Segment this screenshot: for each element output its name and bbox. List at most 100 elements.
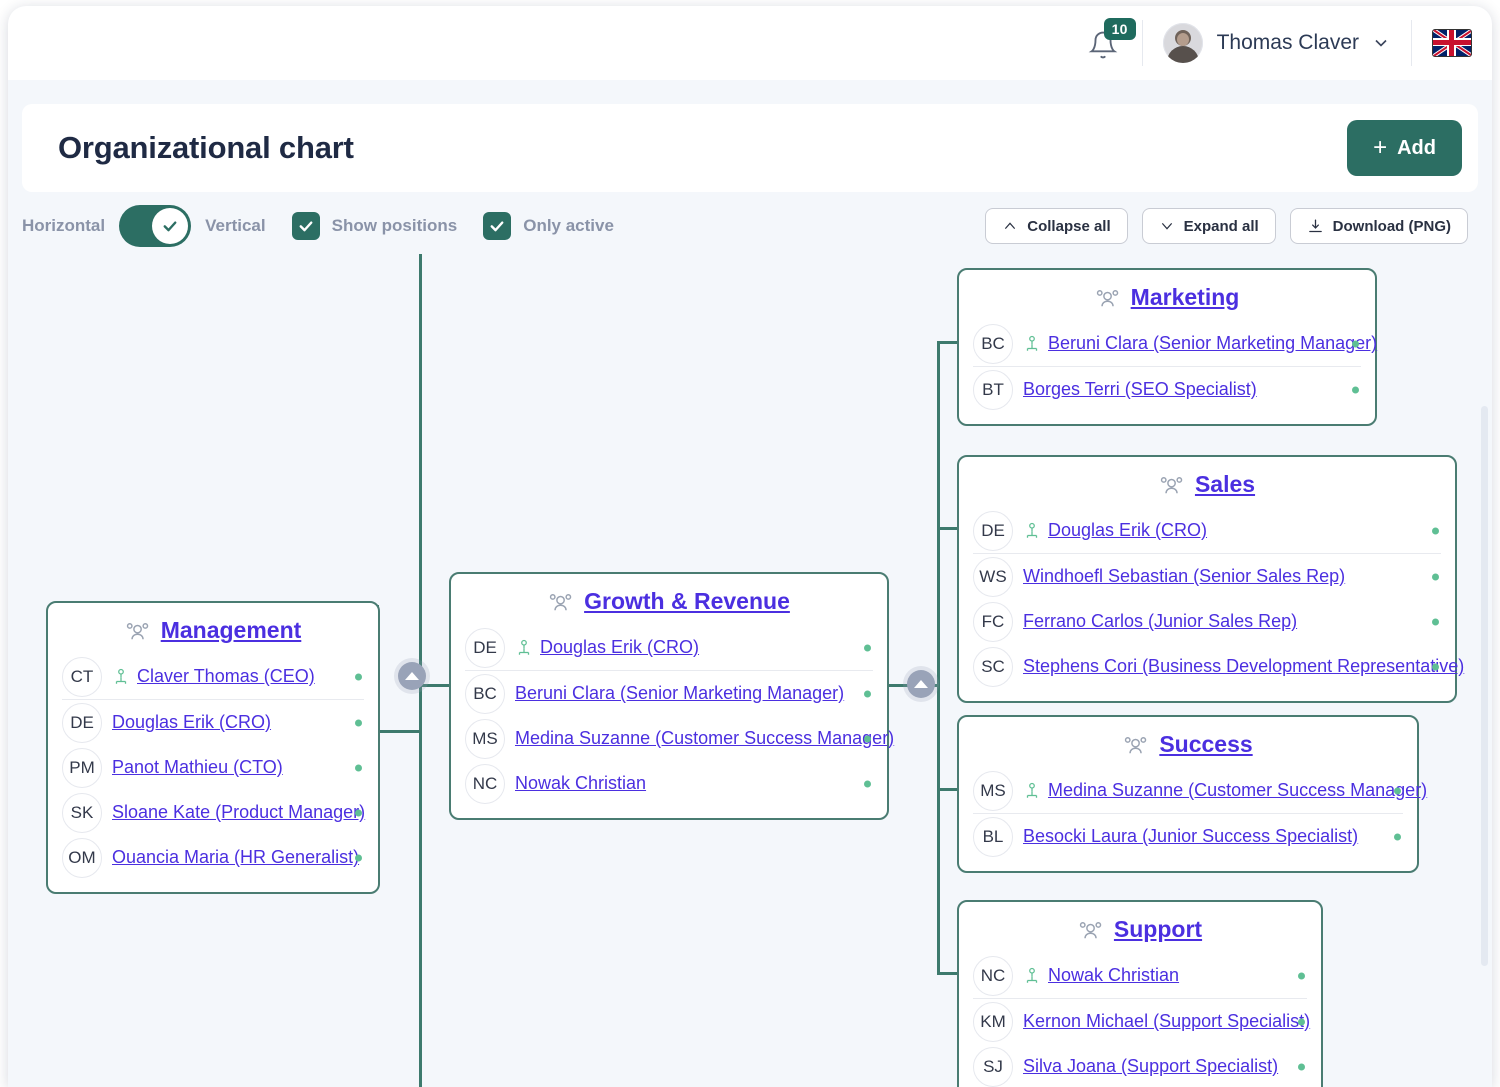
member-name[interactable]: Beruni Clara (Senior Marketing Manager) [1048, 333, 1377, 354]
node-title-success[interactable]: Success [973, 731, 1403, 758]
caret-up-icon [914, 680, 928, 688]
member-name[interactable]: Stephens Cori (Business Development Repr… [1023, 656, 1464, 677]
member-name[interactable]: Ferrano Carlos (Junior Sales Rep) [1023, 611, 1297, 632]
member-initials: WS [973, 556, 1013, 597]
language-switcher-button[interactable] [1412, 20, 1492, 66]
member-row[interactable]: CT Claver Thomas (CEO) [62, 654, 364, 700]
member-initials: DE [973, 510, 1013, 551]
node-title-label[interactable]: Sales [1195, 471, 1255, 498]
member-name[interactable]: Borges Terri (SEO Specialist) [1023, 379, 1257, 400]
node-title-label[interactable]: Growth & Revenue [584, 588, 790, 615]
add-button[interactable]: + Add [1347, 120, 1462, 176]
status-dot [1298, 972, 1305, 979]
member-row[interactable]: BC Beruni Clara (Senior Marketing Manage… [973, 321, 1377, 367]
member-name[interactable]: Sloane Kate (Product Manager) [112, 802, 365, 823]
collapse-toggle-growth[interactable] [907, 670, 935, 698]
connector-departments-vertical [937, 341, 940, 975]
org-node-sales[interactable]: Sales DE Douglas Erik (CRO) WS Windhoefl… [957, 455, 1464, 703]
page-header-card: Organizational chart + Add [22, 104, 1478, 192]
member-initials: BL [973, 816, 1013, 857]
member-row[interactable]: PM Panot Mathieu (CTO) [62, 745, 364, 790]
member-row[interactable]: DE Douglas Erik (CRO) [465, 625, 873, 671]
only-active-label: Only active [523, 216, 614, 235]
member-name[interactable]: Beruni Clara (Senior Marketing Manager) [515, 683, 844, 704]
member-name[interactable]: Douglas Erik (CRO) [112, 712, 271, 733]
member-row[interactable]: BC Beruni Clara (Senior Marketing Manage… [465, 671, 873, 716]
vertical-scrollbar[interactable] [1481, 406, 1488, 966]
member-row[interactable]: BL Besocki Laura (Junior Success Special… [973, 814, 1403, 859]
node-title-management[interactable]: Management [62, 617, 364, 644]
org-node-management[interactable]: Management CT Claver Thomas (CEO) DE Dou… [46, 601, 380, 894]
status-dot [864, 735, 871, 742]
orientation-toggle[interactable] [119, 205, 192, 247]
expand-all-label: Expand all [1183, 217, 1259, 235]
member-row[interactable]: BT Borges Terri (SEO Specialist) [973, 367, 1361, 412]
org-node-success[interactable]: Success MS Medina Suzanne (Customer Succ… [957, 715, 1427, 873]
status-dot [1394, 787, 1401, 794]
node-title-marketing[interactable]: Marketing [973, 284, 1361, 311]
status-dot [1298, 1018, 1305, 1025]
member-name[interactable]: Kernon Michael (Support Specialist) [1023, 1011, 1310, 1032]
member-row[interactable]: NC Nowak Christian [465, 761, 873, 806]
status-dot [1352, 386, 1359, 393]
member-row[interactable]: NC Nowak Christian [973, 953, 1307, 999]
member-row[interactable]: MS Medina Suzanne (Customer Success Mana… [973, 768, 1427, 814]
member-row[interactable]: SJ Silva Joana (Support Specialist) [973, 1044, 1307, 1087]
only-active-checkbox[interactable] [483, 212, 512, 240]
download-png-button[interactable]: Download (PNG) [1289, 208, 1468, 244]
member-row[interactable]: MS Medina Suzanne (Customer Success Mana… [465, 716, 894, 761]
member-name[interactable]: Douglas Erik (CRO) [1048, 520, 1207, 541]
member-name[interactable]: Claver Thomas (CEO) [137, 666, 315, 687]
user-menu-button[interactable]: Thomas Claver [1143, 20, 1411, 66]
notification-count-badge: 10 [1103, 18, 1136, 40]
member-initials: BT [973, 369, 1013, 410]
member-row[interactable]: DE Douglas Erik (CRO) [62, 700, 364, 745]
member-initials: DE [465, 627, 505, 668]
member-name[interactable]: Besocki Laura (Junior Success Specialist… [1023, 826, 1358, 847]
member-row[interactable]: DE Douglas Erik (CRO) [973, 508, 1441, 554]
node-title-label[interactable]: Support [1114, 916, 1202, 943]
app-window: 10 Thomas Claver Organizational chart + … [8, 6, 1492, 1087]
node-title-support[interactable]: Support [973, 916, 1307, 943]
member-name[interactable]: Nowak Christian [1048, 965, 1179, 986]
org-chart-canvas[interactable]: Management CT Claver Thomas (CEO) DE Dou… [8, 250, 1492, 1087]
chevron-down-icon[interactable] [1371, 33, 1391, 53]
node-title-sales[interactable]: Sales [973, 471, 1441, 498]
member-initials: MS [973, 770, 1013, 811]
notifications-button[interactable]: 10 [1068, 18, 1142, 66]
member-row[interactable]: OM Ouancia Maria (HR Generalist) [62, 835, 364, 880]
member-row[interactable]: WS Windhoefl Sebastian (Senior Sales Rep… [973, 554, 1441, 599]
member-initials: DE [62, 702, 102, 743]
notification-bell-wrap[interactable]: 10 [1088, 18, 1136, 60]
expand-all-button[interactable]: Expand all [1141, 208, 1276, 244]
download-png-label: Download (PNG) [1332, 217, 1451, 235]
member-name[interactable]: Silva Joana (Support Specialist) [1023, 1056, 1278, 1077]
org-node-support[interactable]: Support NC Nowak Christian KM Kernon Mic… [957, 900, 1323, 1087]
collapse-all-label: Collapse all [1027, 217, 1111, 235]
node-title-label[interactable]: Marketing [1131, 284, 1240, 311]
show-positions-checkbox[interactable] [291, 212, 320, 240]
collapse-all-button[interactable]: Collapse all [985, 208, 1128, 244]
member-row[interactable]: SK Sloane Kate (Product Manager) [62, 790, 365, 835]
status-dot [1432, 573, 1439, 580]
node-title-label[interactable]: Management [161, 617, 302, 644]
add-button-label: Add [1397, 136, 1436, 159]
member-name[interactable]: Nowak Christian [515, 773, 646, 794]
member-name[interactable]: Windhoefl Sebastian (Senior Sales Rep) [1023, 566, 1345, 587]
node-title-growth-revenue[interactable]: Growth & Revenue [465, 588, 873, 615]
member-name[interactable]: Medina Suzanne (Customer Success Manager… [1048, 780, 1427, 801]
status-dot [1432, 527, 1439, 534]
member-name[interactable]: Ouancia Maria (HR Generalist) [112, 847, 359, 868]
member-row[interactable]: FC Ferrano Carlos (Junior Sales Rep) [973, 599, 1441, 644]
member-row[interactable]: KM Kernon Michael (Support Specialist) [973, 999, 1310, 1044]
org-node-marketing[interactable]: Marketing BC Beruni Clara (Senior Market… [957, 268, 1377, 426]
org-node-growth-revenue[interactable]: Growth & Revenue DE Douglas Erik (CRO) B… [449, 572, 894, 820]
node-title-label[interactable]: Success [1159, 731, 1252, 758]
page-title: Organizational chart [58, 130, 354, 165]
caret-up-icon [405, 672, 419, 680]
member-name[interactable]: Medina Suzanne (Customer Success Manager… [515, 728, 894, 749]
member-name[interactable]: Panot Mathieu (CTO) [112, 757, 283, 778]
collapse-toggle-management[interactable] [398, 662, 426, 690]
member-row[interactable]: SC Stephens Cori (Business Development R… [973, 644, 1464, 689]
member-name[interactable]: Douglas Erik (CRO) [540, 637, 699, 658]
